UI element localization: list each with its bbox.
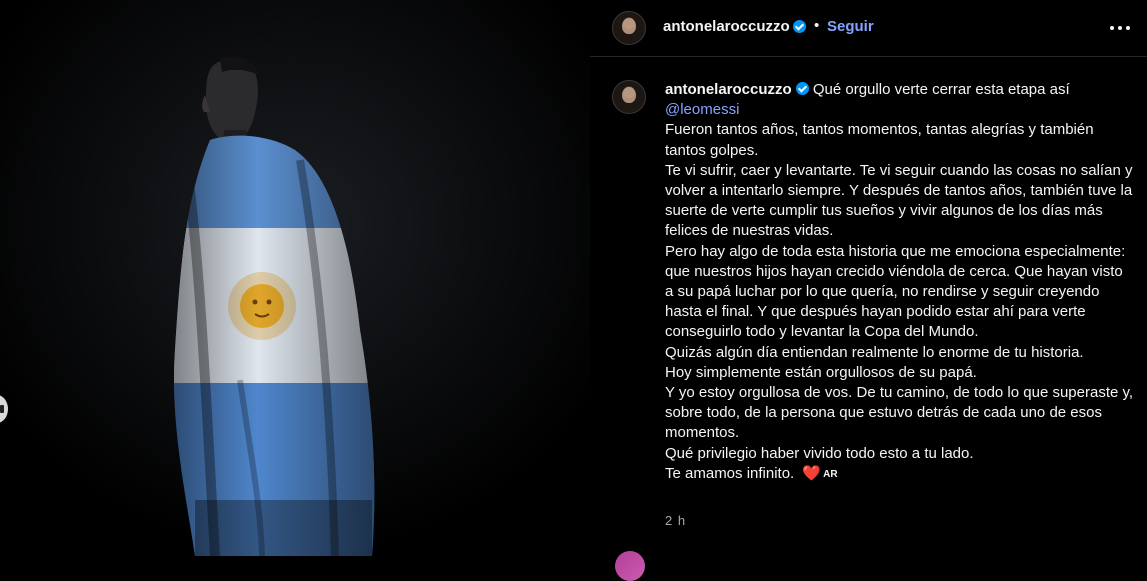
caption-line: Hoy simplemente están orgullosos de su p… [665, 363, 977, 381]
argentina-flag-icon: AR [823, 468, 838, 480]
caption-line: Quizás algún día entiendan realmente lo … [665, 343, 1084, 361]
caption-last-line: Te amamos infinito. [665, 464, 795, 482]
caption-line: Te vi sufrir, caer y levantarte. Te vi s… [665, 161, 1133, 240]
caption-username[interactable]: antonelaroccuzzo [665, 81, 792, 98]
verified-badge-icon [793, 20, 806, 33]
verified-badge-icon [795, 82, 809, 95]
separator-dot: • [814, 17, 820, 34]
caption-line: Y yo estoy orgullosa de vos. De tu camin… [665, 384, 1134, 442]
post-image [0, 0, 590, 556]
caption-line: Fueron tantos años, tantos momentos, tan… [665, 121, 1094, 159]
caption-avatar[interactable] [612, 80, 646, 114]
caption-intro: Qué orgullo verte cerrar esta etapa así [812, 81, 1070, 98]
post-header: antonelaroccuzzo • Seguir [590, 0, 1147, 57]
username[interactable]: antonelaroccuzzo [663, 18, 790, 35]
follow-button[interactable]: Seguir [827, 18, 874, 35]
post-caption: antonelaroccuzzo Qué orgullo verte cerra… [665, 80, 1135, 485]
avatar[interactable] [612, 11, 646, 45]
more-options-icon[interactable] [1108, 16, 1132, 40]
caption-line: Pero hay algo de toda esta historia que … [665, 242, 1126, 341]
caption-line: Qué privilegio haber vivido todo esto a … [665, 444, 974, 462]
red-heart-icon: ❤️ [802, 464, 822, 482]
post-details-panel: antonelaroccuzzo • Seguir antonelaroccuz… [590, 0, 1147, 581]
messi-argentina-flag-photo [0, 0, 590, 556]
post-timestamp[interactable]: 2 h [665, 513, 686, 528]
mention-link[interactable]: @leomessi [665, 101, 739, 118]
